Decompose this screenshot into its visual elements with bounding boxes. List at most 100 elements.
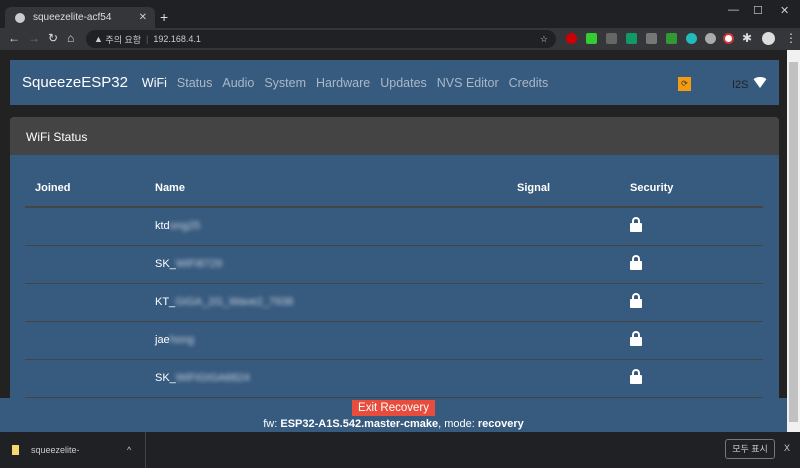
card-title: WiFi Status <box>10 117 779 155</box>
mode-prefix: , mode: <box>438 418 478 430</box>
ssid-visible: KT_ <box>155 296 176 308</box>
joined-cell <box>25 359 145 398</box>
security-cell <box>620 283 763 322</box>
lock-icon <box>630 330 642 346</box>
chevron-up-icon[interactable]: ^ <box>127 445 131 455</box>
signal-cell <box>507 207 620 246</box>
menu-icon[interactable]: ⋮ <box>785 31 797 45</box>
globe-icon <box>15 12 25 23</box>
wifi-icon <box>752 77 768 88</box>
name-cell: KT_GiGA_2G_Wave2_7938 <box>145 283 507 322</box>
security-cell <box>620 207 763 246</box>
col-joined: Joined <box>25 170 145 208</box>
nav-updates[interactable]: Updates <box>380 76 427 90</box>
wifi-row[interactable]: SK_WiFi8729 <box>25 245 763 284</box>
forward-icon[interactable]: → <box>28 31 40 45</box>
download-filename: squeezelite- <box>31 445 80 455</box>
output-label: I2S <box>732 79 749 91</box>
footer: Exit Recovery fw: ESP32-A1S.542.master-c… <box>0 398 787 432</box>
nav-system[interactable]: System <box>264 76 306 90</box>
ssid-blurred: hong <box>169 334 195 346</box>
nav-wifi[interactable]: WiFi <box>142 76 167 90</box>
security-cell <box>620 359 763 398</box>
extension-icon[interactable] <box>586 33 597 44</box>
nav-status[interactable]: Status <box>177 76 212 90</box>
profile-icon[interactable] <box>762 32 775 45</box>
fw-version: ESP32-A1S.542.master-cmake <box>280 418 439 430</box>
wifi-row[interactable]: ktdong25 <box>25 207 763 246</box>
recovery-icon: ⟳ <box>678 77 691 91</box>
name-cell: SK_WiFi8729 <box>145 245 507 284</box>
col-signal: Signal <box>507 170 620 208</box>
wifi-status-card: WiFi Status Joined Name Signal Security … <box>10 117 779 432</box>
back-icon[interactable]: ← <box>8 31 20 45</box>
show-all-button[interactable]: 모두 표시 <box>725 439 775 459</box>
extension-c-icon[interactable] <box>606 33 617 44</box>
joined-cell <box>25 283 145 322</box>
home-icon[interactable]: ⌂ <box>67 31 74 45</box>
browser-tab[interactable]: squeezelite-acf54 ✕ <box>5 7 155 28</box>
nav-credits[interactable]: Credits <box>509 76 549 90</box>
android-icon[interactable] <box>626 33 637 44</box>
tab-title: squeezelite-acf54 <box>33 12 112 23</box>
record-icon[interactable] <box>723 33 734 44</box>
extension-i-icon[interactable] <box>646 33 657 44</box>
col-name: Name <box>145 170 507 208</box>
download-item[interactable]: squeezelite- ^ <box>0 432 146 468</box>
ssid-visible: ktd <box>155 220 170 233</box>
signal-cell <box>507 245 620 284</box>
scrollbar[interactable] <box>787 50 800 432</box>
firmware-info: fw: ESP32-A1S.542.master-cmake, mode: re… <box>0 418 787 430</box>
exit-recovery-button[interactable]: Exit Recovery <box>352 400 435 416</box>
signal-cell <box>507 283 620 322</box>
signal-cell <box>507 359 620 398</box>
address-bar[interactable]: ▲ 주의 요함 | 192.168.4.1 ☆ <box>86 30 556 48</box>
ssid-visible: SK_ <box>155 372 176 384</box>
compass-icon[interactable] <box>705 33 716 44</box>
crop-icon[interactable] <box>666 33 677 44</box>
ssid-blurred: WiFiGIGA6824 <box>175 372 250 384</box>
nav-audio[interactable]: Audio <box>222 76 254 90</box>
wifi-row[interactable]: SK_WiFiGIGA6824 <box>25 359 763 398</box>
lock-icon <box>630 292 642 308</box>
adblock-icon[interactable] <box>566 33 577 44</box>
fw-prefix: fw: <box>263 418 281 430</box>
security-cell <box>620 245 763 284</box>
reload-icon[interactable]: ↻ <box>48 31 58 45</box>
close-tab-icon[interactable]: ✕ <box>139 12 147 23</box>
name-cell: ktdong25 <box>145 207 507 246</box>
mode-value: recovery <box>477 418 524 430</box>
ssid-blurred: WiFi8729 <box>175 258 223 270</box>
lock-icon <box>630 216 642 232</box>
close-window-button[interactable]: ✕ <box>780 4 789 17</box>
minimize-button[interactable]: — <box>728 4 739 16</box>
new-tab-button[interactable]: + <box>160 9 168 25</box>
downloads-bar: squeezelite- ^ 모두 표시 X <box>0 432 800 468</box>
star-icon[interactable]: ☆ <box>540 34 548 45</box>
nav-hardware[interactable]: Hardware <box>316 76 370 90</box>
browser-toolbar: ← → ↻ ⌂ ▲ 주의 요함 | 192.168.4.1 ☆ ✱ ⋮ <box>0 28 800 50</box>
security-cell <box>620 321 763 360</box>
wifi-table: Joined Name Signal Security ktdong25 SK_… <box>25 170 763 398</box>
zip-file-icon <box>12 445 19 455</box>
puzzle-icon[interactable]: ✱ <box>742 31 752 45</box>
dns-icon[interactable] <box>686 33 697 44</box>
maximize-button[interactable]: ☐ <box>753 4 763 17</box>
close-downloads-icon[interactable]: X <box>784 443 790 453</box>
brand[interactable]: SqueezeESP32 <box>22 74 128 91</box>
name-cell: jaehong <box>145 321 507 360</box>
url-text: 192.168.4.1 <box>153 34 201 44</box>
col-security: Security <box>620 170 763 208</box>
wifi-row[interactable]: KT_GiGA_2G_Wave2_7938 <box>25 283 763 322</box>
nav-nvs-editor[interactable]: NVS Editor <box>437 76 499 90</box>
ssid-blurred: ong25 <box>169 220 201 233</box>
scrollbar-thumb[interactable] <box>789 62 798 422</box>
joined-cell <box>25 207 145 246</box>
joined-cell <box>25 321 145 360</box>
web-page: SqueezeESP32 WiFi Status Audio System Ha… <box>0 50 787 432</box>
lock-icon <box>630 368 642 384</box>
browser-tabbar: squeezelite-acf54 ✕ + — ☐ ✕ <box>0 0 800 28</box>
wifi-row[interactable]: jaehong <box>25 321 763 360</box>
ssid-visible: jae <box>155 334 170 346</box>
joined-cell <box>25 245 145 284</box>
